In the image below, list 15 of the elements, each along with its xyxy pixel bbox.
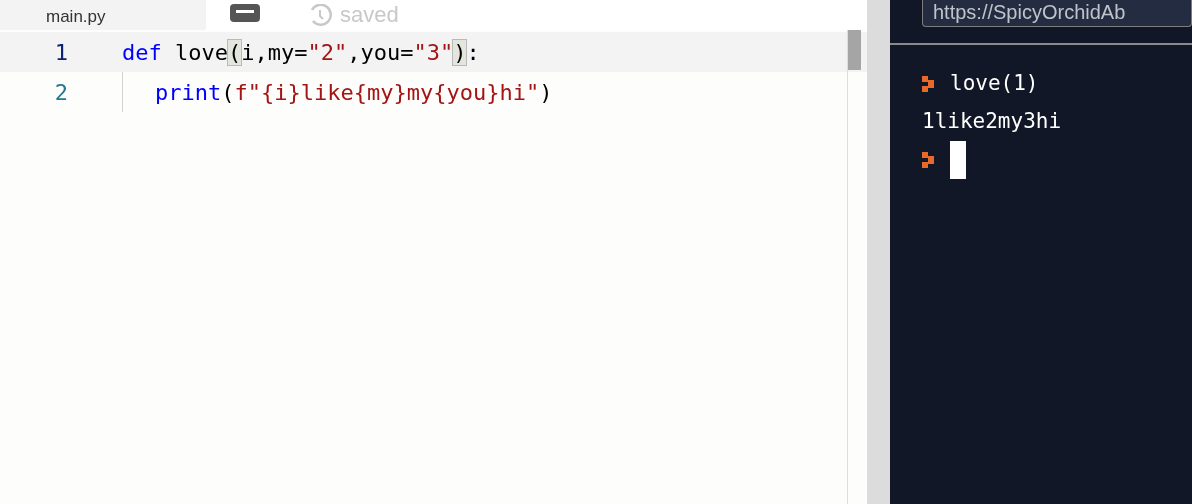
clock-icon	[308, 4, 332, 26]
url-field[interactable]: https://SpicyOrchidAb	[922, 0, 1192, 27]
indent-guide	[122, 72, 123, 112]
console-output: 1like2my3hi	[922, 108, 1062, 136]
console-command-text: love(1)	[950, 70, 1039, 98]
line-number: 2	[53, 78, 69, 107]
scrollbar-thumb[interactable]	[848, 30, 861, 70]
prompt-icon	[922, 76, 934, 92]
code-line: print(f"{i}like{my}my{you}hi")	[155, 78, 553, 107]
code-line: def love(i,my="2",you="3"):	[122, 38, 480, 67]
line-number: 1	[53, 38, 69, 67]
file-tab[interactable]: main.py	[0, 0, 206, 30]
prompt-icon	[922, 152, 934, 168]
scrollbar[interactable]	[847, 30, 860, 504]
text-cursor[interactable]	[950, 141, 966, 179]
